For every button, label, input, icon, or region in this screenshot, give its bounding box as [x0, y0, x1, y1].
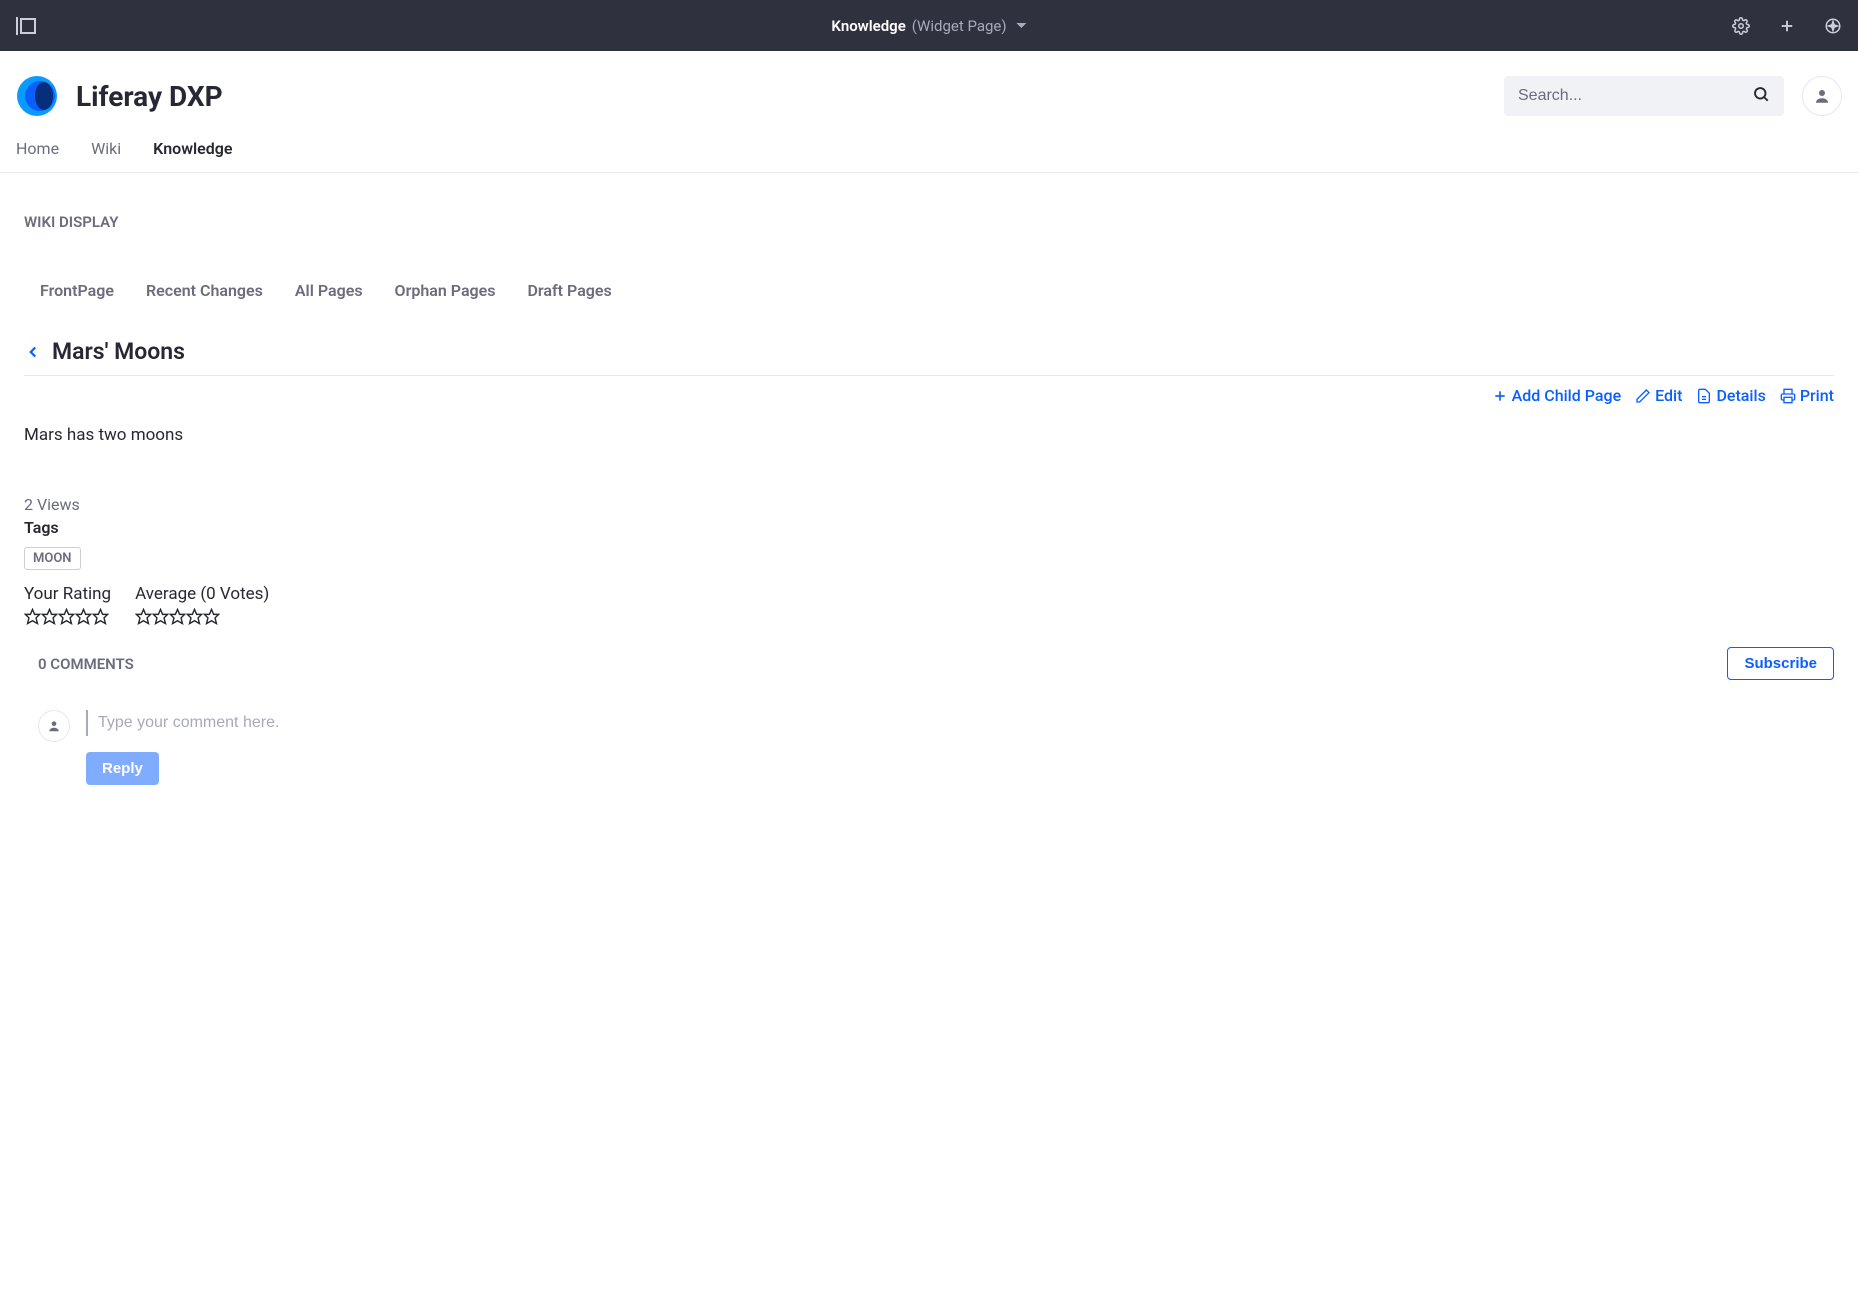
wiki-tab-draft-pages[interactable]: Draft Pages: [527, 281, 611, 300]
tags-label: Tags: [24, 518, 1834, 537]
page-breadcrumb[interactable]: Knowledge (Widget Page): [831, 17, 1026, 35]
page-title-main: Knowledge: [831, 17, 905, 35]
site-header: Liferay DXP: [0, 51, 1858, 117]
avg-rating-col: Average (0 Votes): [135, 584, 269, 625]
star-icon: [169, 608, 186, 625]
print-link[interactable]: Print: [1780, 386, 1834, 405]
edit-link[interactable]: Edit: [1635, 386, 1682, 405]
main-content: WIKI DISPLAY FrontPage Recent Changes Al…: [0, 173, 1858, 825]
action-bar: Add Child Page Edit Details Print: [24, 386, 1834, 405]
star-icon: [135, 608, 152, 625]
star-icon[interactable]: [92, 608, 109, 625]
print-icon: [1780, 388, 1796, 404]
search-input[interactable]: [1518, 87, 1752, 105]
nav-tab-home[interactable]: Home: [16, 139, 59, 158]
search-box[interactable]: [1504, 76, 1784, 116]
comments-count: 0 COMMENTS: [38, 655, 134, 673]
star-icon[interactable]: [58, 608, 75, 625]
star-icon: [186, 608, 203, 625]
views-count: 2 Views: [24, 495, 1834, 514]
comment-input[interactable]: [86, 710, 1834, 736]
wiki-tab-all-pages[interactable]: All Pages: [295, 281, 363, 300]
portlet-title: WIKI DISPLAY: [24, 213, 1834, 231]
page-title-row: Mars' Moons: [24, 338, 1834, 376]
gear-icon[interactable]: [1732, 17, 1750, 35]
details-link[interactable]: Details: [1696, 386, 1765, 405]
your-rating-label: Your Rating: [24, 584, 111, 604]
comment-avatar: [38, 710, 70, 742]
wiki-content-body: Mars has two moons: [24, 425, 1834, 445]
page-title-sub: (Widget Page): [912, 17, 1007, 35]
plus-icon[interactable]: [1778, 17, 1796, 35]
reply-button[interactable]: Reply: [86, 752, 159, 785]
star-icon[interactable]: [75, 608, 92, 625]
ratings-row: Your Rating Average (0 Votes): [24, 584, 1834, 625]
print-label: Print: [1800, 386, 1834, 405]
admin-top-bar: Knowledge (Widget Page): [0, 0, 1858, 51]
nav-tab-wiki[interactable]: Wiki: [91, 139, 121, 158]
comments-header: 0 COMMENTS Subscribe: [24, 647, 1834, 680]
add-child-page-link[interactable]: Add Child Page: [1492, 386, 1622, 405]
edit-label: Edit: [1655, 386, 1682, 405]
wiki-page-title: Mars' Moons: [52, 338, 185, 365]
star-icon: [203, 608, 220, 625]
plus-icon: [1492, 388, 1508, 404]
primary-nav: Home Wiki Knowledge: [0, 117, 1858, 173]
user-avatar[interactable]: [1802, 76, 1842, 116]
tag-chip[interactable]: MOON: [24, 547, 81, 570]
comment-form: Reply: [24, 710, 1834, 785]
brand-name: Liferay DXP: [76, 80, 223, 113]
avg-rating-label: Average (0 Votes): [135, 584, 269, 604]
nav-tab-knowledge[interactable]: Knowledge: [153, 139, 232, 158]
compass-icon[interactable]: [1824, 17, 1842, 35]
details-icon: [1696, 388, 1712, 404]
user-icon: [47, 719, 61, 733]
wiki-tab-orphan-pages[interactable]: Orphan Pages: [395, 281, 496, 300]
site-logo[interactable]: [16, 75, 58, 117]
wiki-tab-frontpage[interactable]: FrontPage: [40, 281, 114, 300]
wiki-tab-recent-changes[interactable]: Recent Changes: [146, 281, 263, 300]
star-icon[interactable]: [24, 608, 41, 625]
caret-down-icon: [1017, 23, 1027, 28]
search-icon[interactable]: [1752, 85, 1770, 107]
star-icon[interactable]: [41, 608, 58, 625]
subscribe-button[interactable]: Subscribe: [1727, 647, 1834, 680]
avg-rating-stars: [135, 608, 269, 625]
pencil-icon: [1635, 388, 1651, 404]
star-icon: [152, 608, 169, 625]
wiki-nav-tabs: FrontPage Recent Changes All Pages Orpha…: [24, 281, 1834, 300]
back-icon[interactable]: [24, 343, 42, 361]
add-child-page-label: Add Child Page: [1512, 386, 1622, 405]
your-rating-stars[interactable]: [24, 608, 111, 625]
your-rating-col: Your Rating: [24, 584, 111, 625]
menu-toggle-button[interactable]: [16, 17, 36, 35]
details-label: Details: [1716, 386, 1765, 405]
